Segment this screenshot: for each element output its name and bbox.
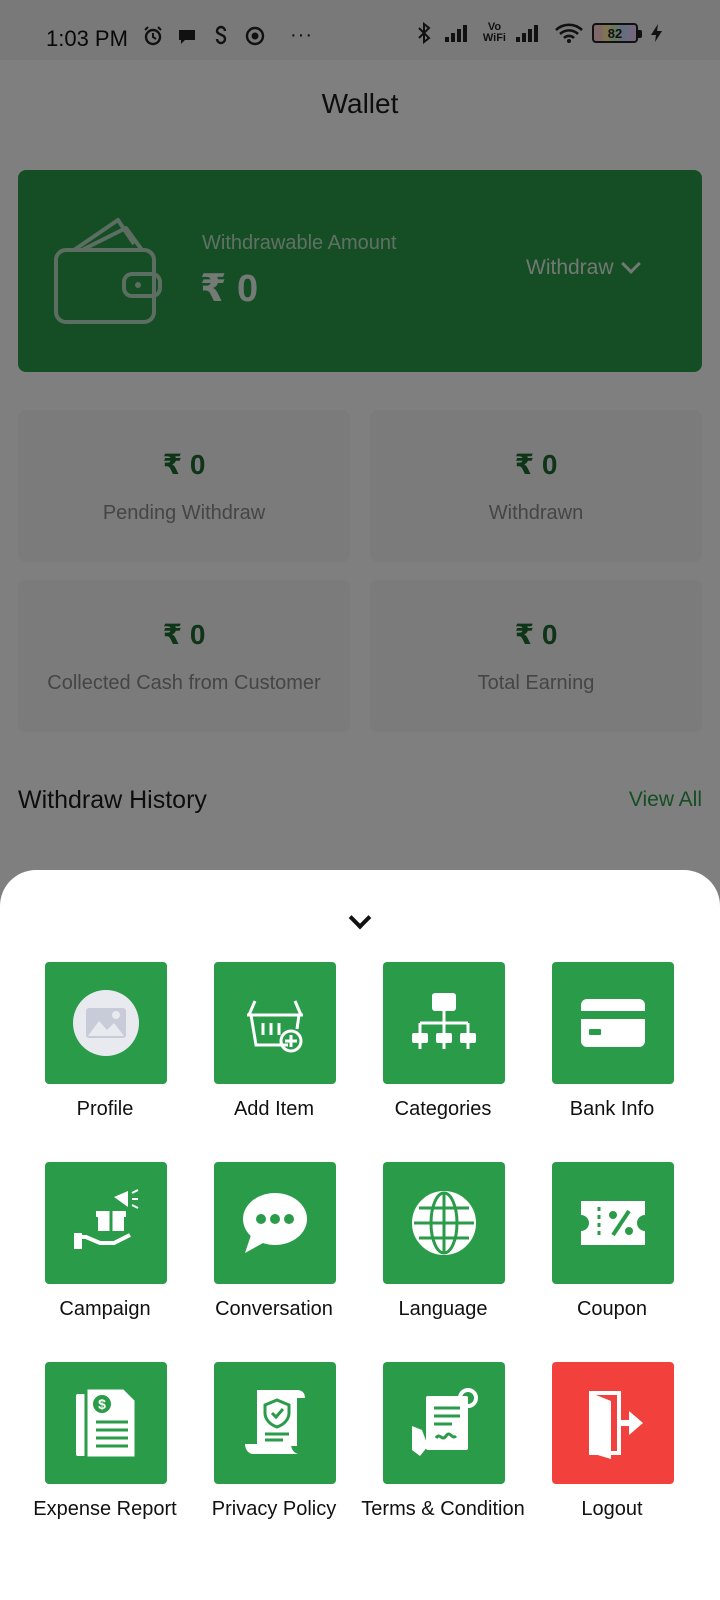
menu-item-label: Campaign xyxy=(59,1298,151,1320)
svg-text:$: $ xyxy=(98,1396,106,1412)
menu-item-bank-info[interactable]: Bank Info xyxy=(527,962,697,1132)
menu-item-campaign[interactable]: Campaign xyxy=(20,1162,190,1332)
menu-item-label: Bank Info xyxy=(569,1098,655,1120)
profile-image-icon xyxy=(73,990,139,1056)
menu-item-label: Profile xyxy=(76,1098,134,1120)
menu-item-label: Terms & Condition xyxy=(361,1498,525,1520)
gift-megaphone-icon xyxy=(74,1189,139,1249)
menu-item-categories[interactable]: Categories xyxy=(358,962,528,1132)
contract-icon xyxy=(412,1388,478,1456)
menu-item-label: Language xyxy=(398,1298,488,1320)
menu-item-logout[interactable]: Logout xyxy=(527,1362,697,1532)
menu-item-profile[interactable]: Profile xyxy=(20,962,190,1132)
globe-icon xyxy=(412,1191,476,1255)
menu-item-language[interactable]: Language xyxy=(358,1162,528,1332)
report-icon: $ xyxy=(76,1386,138,1460)
menu-item-label: Conversation xyxy=(215,1298,333,1320)
collapse-sheet-button[interactable] xyxy=(342,906,378,936)
menu-item-label: Expense Report xyxy=(33,1498,177,1520)
menu-item-label: Coupon xyxy=(576,1298,648,1320)
shield-document-icon xyxy=(245,1390,305,1454)
menu-item-privacy-policy[interactable]: Privacy Policy xyxy=(189,1362,359,1532)
menu-item-label: Privacy Policy xyxy=(211,1498,337,1520)
menu-item-conversation[interactable]: Conversation xyxy=(189,1162,359,1332)
menu-item-add-item[interactable]: Add Item xyxy=(189,962,359,1132)
coupon-icon xyxy=(581,1201,645,1245)
chat-bubble-icon xyxy=(243,1193,307,1253)
menu-item-label: Logout xyxy=(581,1498,643,1520)
basket-add-icon xyxy=(247,1000,303,1053)
menu-item-coupon[interactable]: Coupon xyxy=(527,1162,697,1332)
menu-item-label: Add Item xyxy=(233,1098,315,1120)
menu-item-terms-condition[interactable]: Terms & Condition xyxy=(358,1362,528,1532)
chevron-down-icon xyxy=(348,906,372,930)
hierarchy-icon xyxy=(412,993,476,1049)
menu-bottom-sheet: Profile Add Item Categories Bank Info Ca… xyxy=(0,870,720,1600)
menu-item-label: Categories xyxy=(394,1098,492,1120)
logout-door-icon xyxy=(589,1391,643,1459)
menu-item-expense-report[interactable]: $ Expense Report xyxy=(20,1362,190,1532)
card-icon xyxy=(581,999,645,1047)
